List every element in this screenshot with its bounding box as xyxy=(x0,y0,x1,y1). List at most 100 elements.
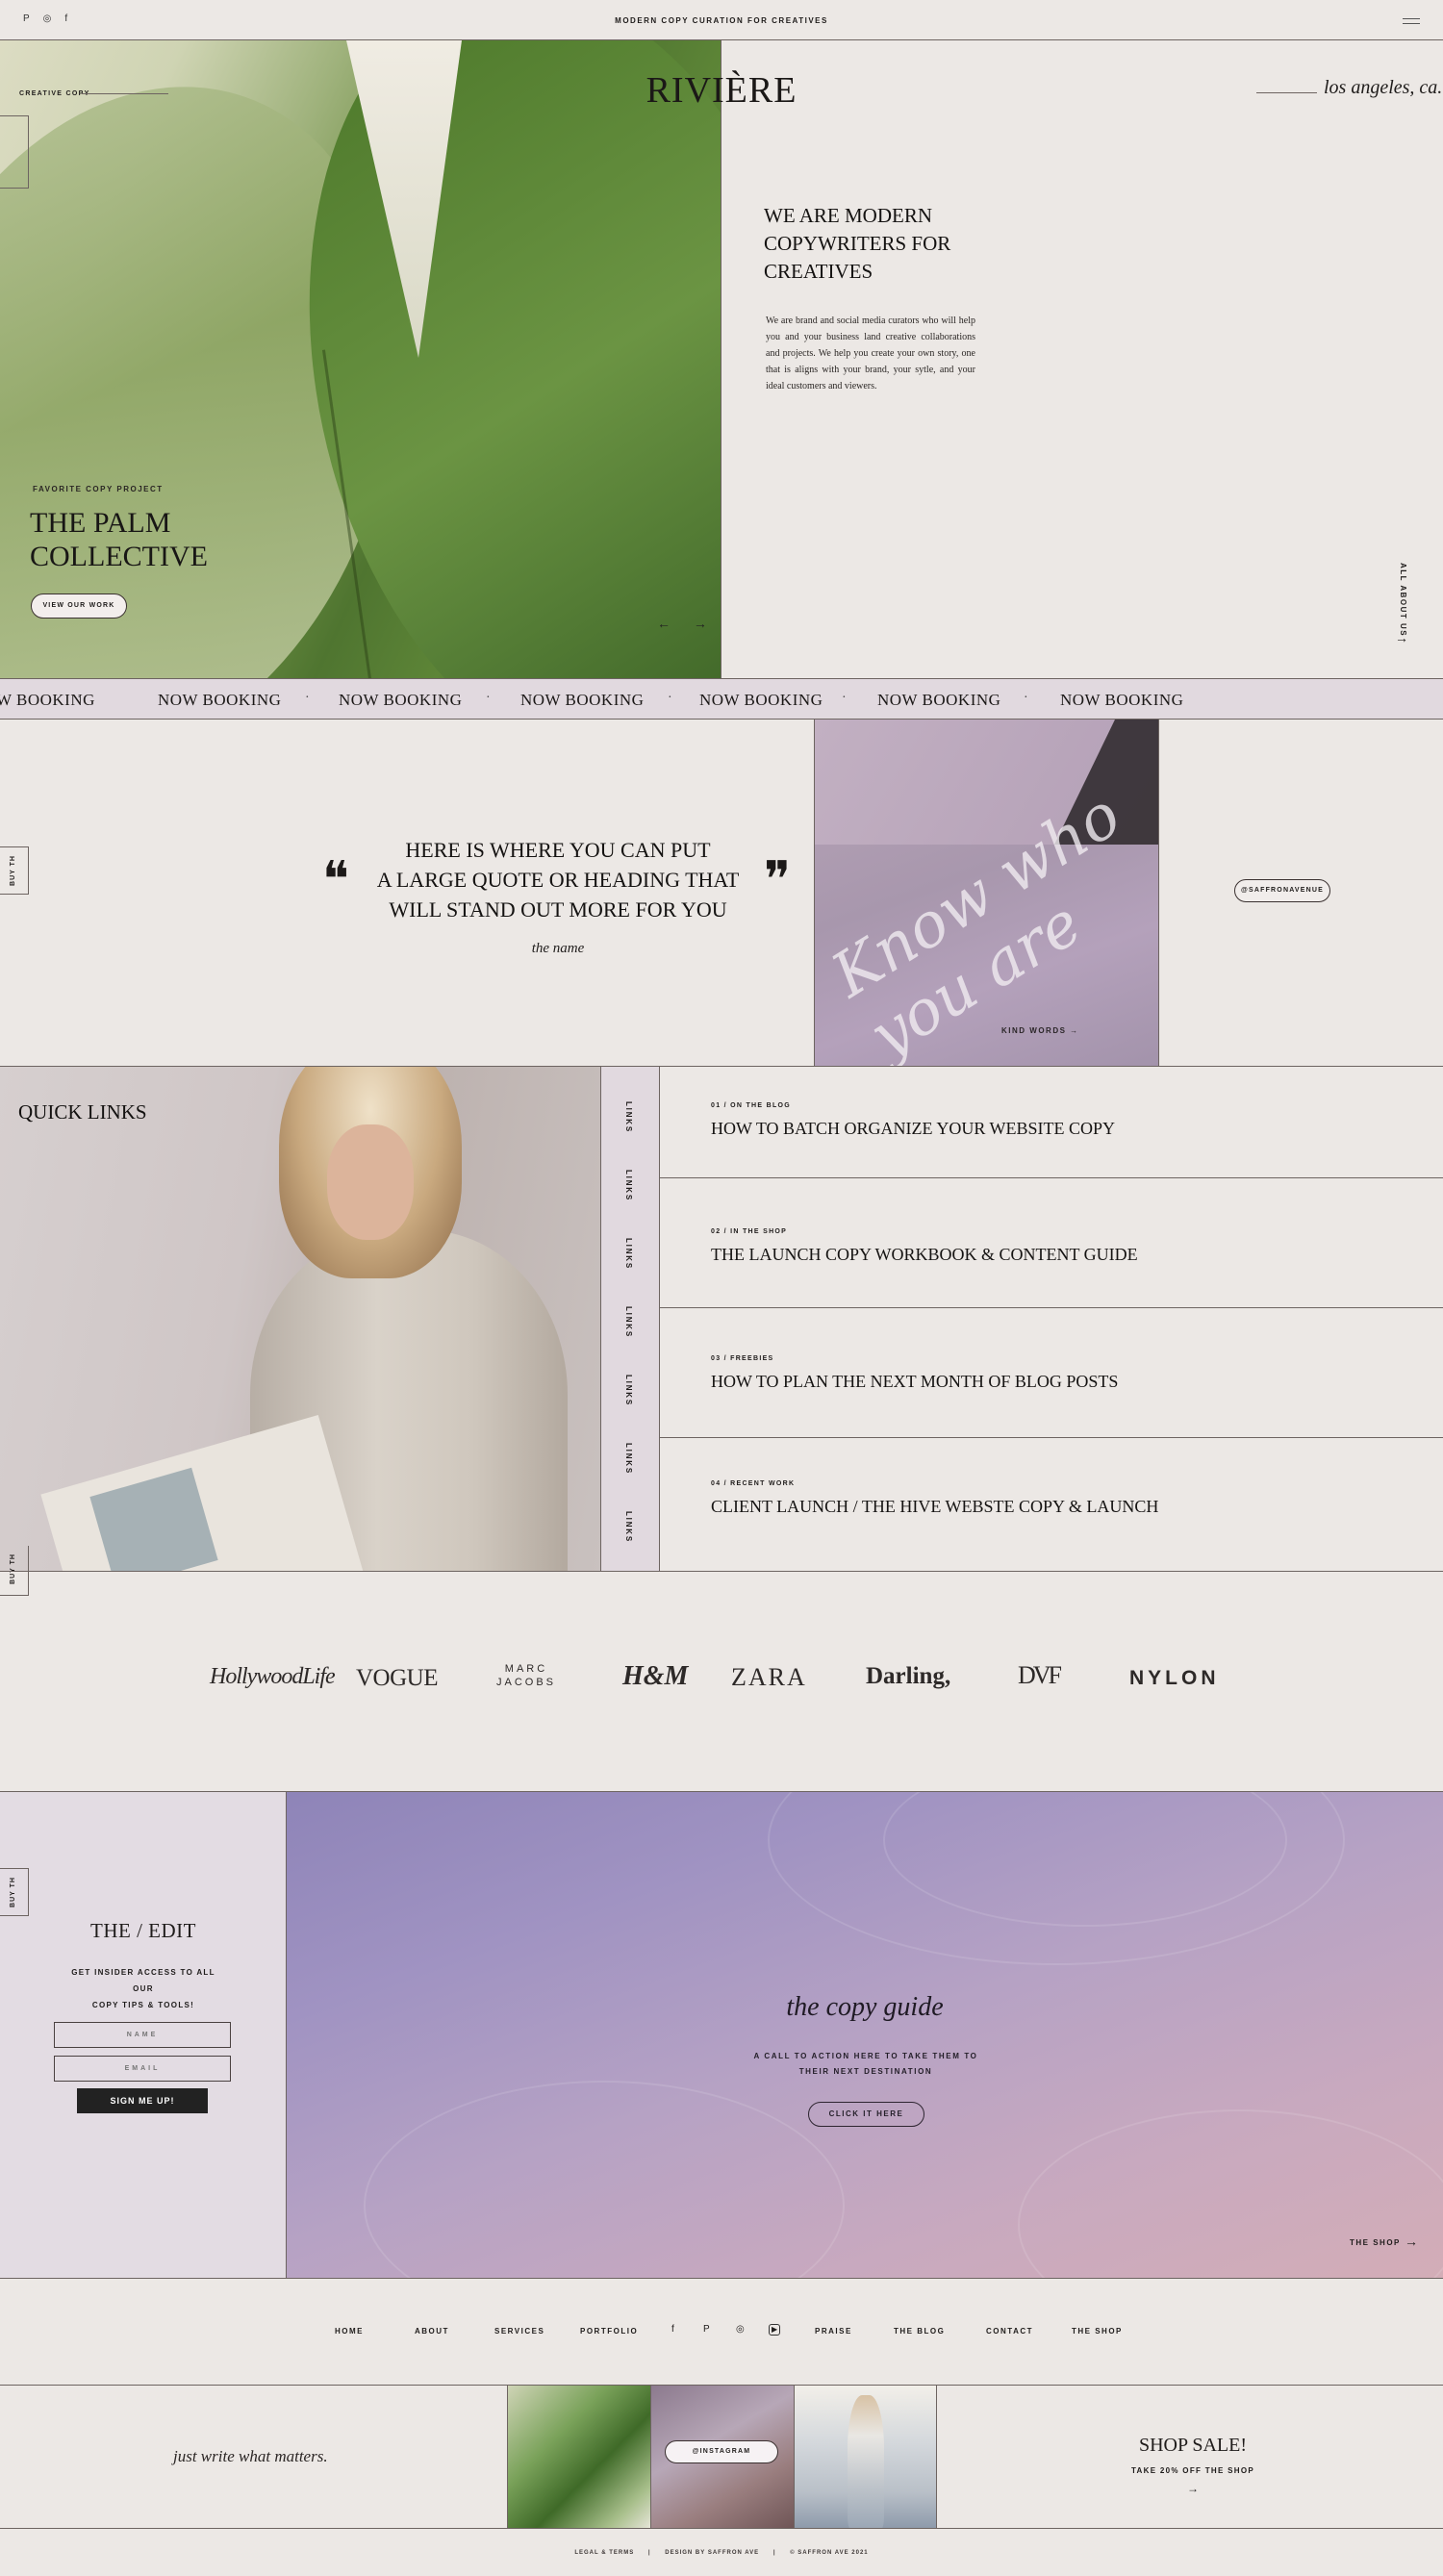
newsletter-title: THE / EDIT xyxy=(90,1919,196,1942)
nav-blog[interactable]: THE BLOG xyxy=(894,2327,945,2336)
instagram-button[interactable]: @INSTAGRAM xyxy=(665,2440,778,2463)
youtube-icon[interactable]: ▶ xyxy=(769,2324,781,2336)
marc-jacobs-logo: MARC JACOBS xyxy=(493,1662,560,1689)
arrow-right-icon[interactable]: → xyxy=(1097,2482,1289,2495)
copy-guide-subtitle: A CALL TO ACTION HERE TO TAKE THEM TO TH… xyxy=(750,2049,981,2080)
newsletter-subtitle-line: COPY TIPS & TOOLS! xyxy=(91,2001,195,2009)
marquee-item: NOW BOOKING xyxy=(1060,691,1184,709)
copy-guide-image xyxy=(287,1792,1443,2278)
buy-side-tab[interactable]: BUY TH xyxy=(0,846,29,895)
saffron-avenue-button[interactable]: @SAFFRONAVENUE xyxy=(1234,879,1330,902)
view-our-work-button[interactable]: VIEW OUR WORK xyxy=(31,593,127,619)
newsletter-subtitle-line: GET INSIDER ACCESS TO ALL OUR xyxy=(71,1968,215,1993)
quote-line: A LARGE QUOTE OR HEADING THAT xyxy=(376,868,740,892)
arrow-right-icon[interactable]: → xyxy=(1405,2234,1418,2249)
about-title-line: CREATIVES xyxy=(764,260,873,283)
nav-contact[interactable]: CONTACT xyxy=(986,2327,1033,2336)
marquee-dot: · xyxy=(668,691,672,705)
creative-copy-label: CREATIVE COPY xyxy=(19,90,90,97)
quick-link-heading[interactable]: HOW TO PLAN THE NEXT MONTH OF BLOG POSTS xyxy=(711,1372,1118,1392)
shop-sale-title: SHOP SALE! xyxy=(1138,2435,1248,2456)
design-credit[interactable]: DESIGN BY SAFFRON AVE xyxy=(665,2550,759,2556)
legal-separator: | xyxy=(647,2550,651,2556)
shop-sale-subtitle: TAKE 20% OFF THE SHOP xyxy=(1130,2466,1255,2475)
quick-link-meta: 02 / IN THE SHOP xyxy=(711,1228,788,1235)
reading-woman-image xyxy=(0,1067,600,1571)
links-strip: LINKS LINKS LINKS LINKS LINKS LINKS LINK… xyxy=(600,1067,660,1571)
quick-link-row[interactable]: 03 / FREEBIES HOW TO PLAN THE NEXT MONTH… xyxy=(660,1308,1443,1438)
hero-slider-arrows-icon[interactable]: ← → xyxy=(657,616,717,631)
instagram-photo[interactable] xyxy=(507,2386,650,2528)
marquee-item: NOW BOOKING xyxy=(699,691,823,709)
zara-logo: ZARA xyxy=(731,1663,807,1691)
about-title-line: COPYWRITERS FOR xyxy=(764,232,951,255)
dvf-logo: DVF xyxy=(1018,1661,1062,1689)
copy-guide-subtitle-line: A CALL TO ACTION HERE TO TAKE THEM TO xyxy=(753,2052,978,2060)
quick-link-row[interactable]: 01 / ON THE BLOG HOW TO BATCH ORGANIZE Y… xyxy=(660,1067,1443,1178)
creative-copy-line xyxy=(82,93,168,94)
kind-words-link[interactable]: KIND WORDS → xyxy=(1001,1026,1079,1035)
marquee-item: NOW BOOKING xyxy=(520,691,645,709)
nav-about[interactable]: ABOUT xyxy=(415,2327,449,2336)
hamburger-menu-icon[interactable] xyxy=(1403,18,1420,24)
instagram-photo[interactable] xyxy=(794,2386,937,2528)
script-tagline: just write what matters. xyxy=(173,2447,328,2465)
testimonial-quote: HERE IS WHERE YOU CAN PUT A LARGE QUOTE … xyxy=(366,835,750,924)
hero-title: THE PALM COLLECTIVE xyxy=(30,506,208,573)
buy-side-tab[interactable]: BUY TH xyxy=(0,1868,29,1916)
quick-links-title: QUICK LINKS xyxy=(18,1100,147,1124)
quote-open-icon: ❝ xyxy=(322,853,349,908)
top-bar: P ◎ f MODERN COPY CURATION FOR CREATIVES xyxy=(0,0,1443,40)
arrow-right-icon[interactable]: → xyxy=(1395,630,1408,645)
hero-kicker: FAVORITE COPY PROJECT xyxy=(33,485,164,493)
legal-bar: LEGAL & TERMS | DESIGN BY SAFFRON AVE | … xyxy=(0,2550,1443,2556)
quick-link-row[interactable]: 04 / RECENT WORK CLIENT LAUNCH / THE HIV… xyxy=(660,1438,1443,1571)
quick-link-heading[interactable]: THE LAUNCH COPY WORKBOOK & CONTENT GUIDE xyxy=(711,1245,1138,1265)
marc-jacobs-line: MARC xyxy=(504,1663,548,1675)
all-about-us-link[interactable]: ALL ABOUT US xyxy=(1396,563,1407,637)
pinterest-icon[interactable]: P xyxy=(703,2324,710,2335)
hero-divider xyxy=(721,40,722,678)
facebook-icon[interactable]: f xyxy=(671,2324,674,2335)
hm-logo: H&M xyxy=(622,1661,689,1691)
quick-link-row[interactable]: 02 / IN THE SHOP THE LAUNCH COPY WORKBOO… xyxy=(660,1178,1443,1308)
marquee-dot: · xyxy=(77,691,82,705)
about-title: WE ARE MODERN COPYWRITERS FOR CREATIVES xyxy=(764,202,950,286)
name-field[interactable] xyxy=(54,2022,231,2048)
location-line xyxy=(1256,92,1317,93)
marquee-dot: · xyxy=(1024,691,1028,705)
marquee-dot: · xyxy=(486,691,491,705)
nav-shop[interactable]: THE SHOP xyxy=(1072,2327,1123,2336)
buy-side-tab-label: BUY TH xyxy=(10,855,16,886)
legal-separator: | xyxy=(772,2550,776,2556)
quick-link-heading[interactable]: CLIENT LAUNCH / THE HIVE WEBSTE COPY & L… xyxy=(711,1497,1158,1517)
marquee-dot: · xyxy=(305,691,310,705)
nav-home[interactable]: HOME xyxy=(335,2327,364,2336)
instagram-icon[interactable]: ◎ xyxy=(736,2324,745,2335)
hero-title-line: THE PALM xyxy=(30,507,171,539)
marquee-item: NOW BOOKING xyxy=(158,691,282,709)
quick-link-heading[interactable]: HOW TO BATCH ORGANIZE YOUR WEBSITE COPY xyxy=(711,1119,1115,1139)
marc-jacobs-line: JACOBS xyxy=(495,1677,556,1688)
nav-services[interactable]: SERVICES xyxy=(494,2327,544,2336)
quick-links-bottom-rule xyxy=(0,1571,1443,1572)
buy-side-tab-label: BUY TH xyxy=(10,1553,16,1584)
email-field[interactable] xyxy=(54,2056,231,2082)
darling-logo: Darling, xyxy=(866,1663,951,1689)
brand-logo[interactable]: RIVIÈRE xyxy=(625,69,818,112)
quick-link-meta: 03 / FREEBIES xyxy=(711,1355,774,1362)
the-shop-link[interactable]: THE SHOP xyxy=(1350,2238,1401,2247)
side-tab[interactable] xyxy=(0,115,29,189)
copy-guide-subtitle-line: THEIR NEXT DESTINATION xyxy=(798,2067,933,2076)
links-label: LINKS xyxy=(624,1238,633,1270)
kind-words-image[interactable]: Know who you are xyxy=(814,720,1159,1066)
links-label: LINKS xyxy=(624,1511,633,1543)
legal-terms-link[interactable]: LEGAL & TERMS xyxy=(574,2550,634,2556)
sign-up-button[interactable]: SIGN ME UP! xyxy=(77,2088,208,2113)
nav-portfolio[interactable]: PORTFOLIO xyxy=(580,2327,638,2336)
marquee-dot: · xyxy=(842,691,847,705)
nav-praise[interactable]: PRAISE xyxy=(815,2327,852,2336)
quick-link-meta: 01 / ON THE BLOG xyxy=(711,1102,792,1109)
click-it-here-button[interactable]: CLICK IT HERE xyxy=(808,2102,924,2127)
copy-guide-title: the copy guide xyxy=(786,1992,944,2022)
